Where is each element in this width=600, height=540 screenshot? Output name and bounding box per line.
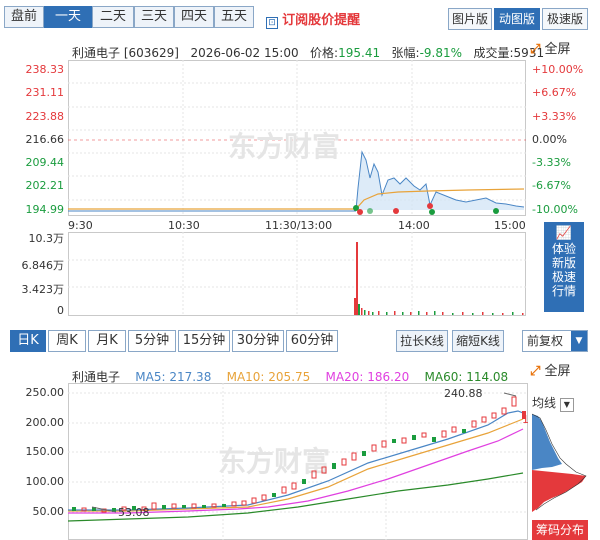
pct-tick: -3.33% [532, 156, 571, 169]
view-image-button[interactable]: 图片版 [448, 8, 492, 30]
kline-stock-name: 利通电子 [72, 370, 121, 384]
tab-15min[interactable]: 15分钟 [178, 330, 230, 352]
promo-text: 体验 [551, 242, 576, 256]
tab-daily-k[interactable]: 日K [10, 330, 46, 352]
volume-tick: 6.846万 [21, 259, 65, 272]
tab-four-days[interactable]: 四天 [174, 6, 214, 28]
kline-chart: 东方财富 240.88 53.08 1 [68, 383, 528, 540]
lengthen-kline-button[interactable]: 拉长K线 [396, 330, 448, 352]
chart-trend-icon: 📈 [555, 226, 573, 241]
tab-60min[interactable]: 60分钟 [286, 330, 338, 352]
adjust-select-value: 前复权 [527, 334, 564, 348]
expand-icon: ⤢ [530, 364, 541, 379]
pct-tick: 0.00% [532, 133, 567, 146]
stock-name-code: 利通电子 [603629] [72, 46, 179, 60]
chevron-down-icon: ▼ [571, 331, 587, 351]
price-label: 价格: [310, 46, 339, 60]
kline-tick: 100.00 [25, 475, 65, 488]
ma5-value: MA5: 217.38 [135, 370, 212, 384]
kline-tick: 250.00 [25, 386, 65, 399]
view-fast-button[interactable]: 极速版 [542, 8, 588, 30]
kline-tick: 150.00 [25, 445, 65, 458]
time-tick: 10:30 [168, 219, 200, 232]
chip-distribution-button[interactable]: 筹码分布 [532, 520, 588, 540]
tab-five-days[interactable]: 五天 [214, 6, 254, 28]
tab-premarket[interactable]: 盘前 [4, 6, 44, 28]
tab-three-days[interactable]: 三天 [134, 6, 174, 28]
price-tick: 231.11 [25, 86, 65, 99]
ma-select[interactable]: 均线 ▼ [532, 394, 574, 412]
high-annotation: 240.88 [444, 387, 483, 400]
volume-tick: 0 [57, 304, 64, 317]
try-new-version-button[interactable]: 📈 体验 新版 极速 行情 [544, 222, 584, 312]
ma60-value: MA60: 114.08 [424, 370, 509, 384]
quote-datetime: 2026-06-02 15:00 [190, 46, 299, 60]
volume-tick: 10.3万 [28, 232, 65, 245]
shorten-kline-button[interactable]: 缩短K线 [452, 330, 504, 352]
ma20-value: MA20: 186.20 [325, 370, 410, 384]
pct-tick: -6.67% [532, 179, 571, 192]
time-tick: 15:00 [494, 219, 526, 232]
fullscreen-button-kline[interactable]: ⤢ 全屏 [530, 360, 571, 379]
fullscreen-label: 全屏 [544, 42, 571, 57]
kline-tick: 200.00 [25, 416, 65, 429]
promo-text: 极速 [551, 270, 576, 284]
expand-icon: ⤢ [530, 42, 541, 57]
intraday-price-chart: 东方财富 [68, 60, 526, 216]
price-tick: 209.44 [25, 156, 65, 169]
tab-one-day[interactable]: 一天 [44, 6, 92, 28]
change-value: -9.81% [419, 46, 463, 60]
fullscreen-button-top[interactable]: ⤢ 全屏 [530, 38, 571, 57]
pct-tick: +3.33% [532, 110, 577, 123]
chevron-down-icon: ▼ [559, 398, 574, 412]
quote-header: 利通电子 [603629] 2026-06-02 15:00 价格:195.41… [72, 44, 544, 61]
adjust-select[interactable]: 前复权 ▼ [522, 330, 588, 352]
promo-text: 行情 [551, 284, 576, 298]
price-value: 195.41 [338, 46, 381, 60]
price-tick: 238.33 [25, 63, 65, 76]
price-tick: 202.21 [25, 179, 65, 192]
watermark-intraday: 东方财富 [228, 130, 340, 163]
price-tick: 194.99 [25, 203, 65, 216]
subscribe-label: 订阅股价提醒 [282, 13, 361, 28]
view-animated-button[interactable]: 动图版 [494, 8, 540, 30]
tab-monthly-k[interactable]: 月K [88, 330, 126, 352]
ma10-value: MA10: 205.75 [226, 370, 311, 384]
right-edge-mark: 1 [522, 413, 528, 426]
intraday-volume-chart [68, 232, 526, 316]
subscribe-alert-link[interactable]: ⊡ 订阅股价提醒 [266, 9, 360, 29]
pct-tick: +6.67% [532, 86, 577, 99]
watermark-kline: 东方财富 [218, 445, 330, 478]
time-tick: 14:00 [398, 219, 430, 232]
pct-tick: -10.00% [532, 203, 578, 216]
tab-weekly-k[interactable]: 周K [48, 330, 86, 352]
change-label: 张幅: [391, 46, 420, 60]
promo-text: 新版 [551, 256, 576, 270]
chip-distribution-chart [532, 413, 587, 512]
pct-tick: +10.00% [532, 63, 584, 76]
time-tick: 11:30/13:00 [265, 219, 333, 232]
kline-tick: 50.00 [32, 505, 65, 518]
price-tick: 223.88 [25, 110, 65, 123]
volume-tick: 3.423万 [21, 283, 65, 296]
tab-5min[interactable]: 5分钟 [128, 330, 176, 352]
ma-select-label: 均线 [532, 396, 557, 410]
price-tick: 216.66 [25, 133, 65, 146]
bell-icon: ⊡ [266, 17, 278, 29]
volume-label: 成交量: [473, 46, 514, 60]
tab-two-days[interactable]: 二天 [92, 6, 134, 28]
fullscreen-label: 全屏 [544, 364, 571, 379]
time-tick: 9:30 [68, 219, 93, 232]
low-annotation: 53.08 [118, 506, 150, 519]
tab-30min[interactable]: 30分钟 [232, 330, 284, 352]
